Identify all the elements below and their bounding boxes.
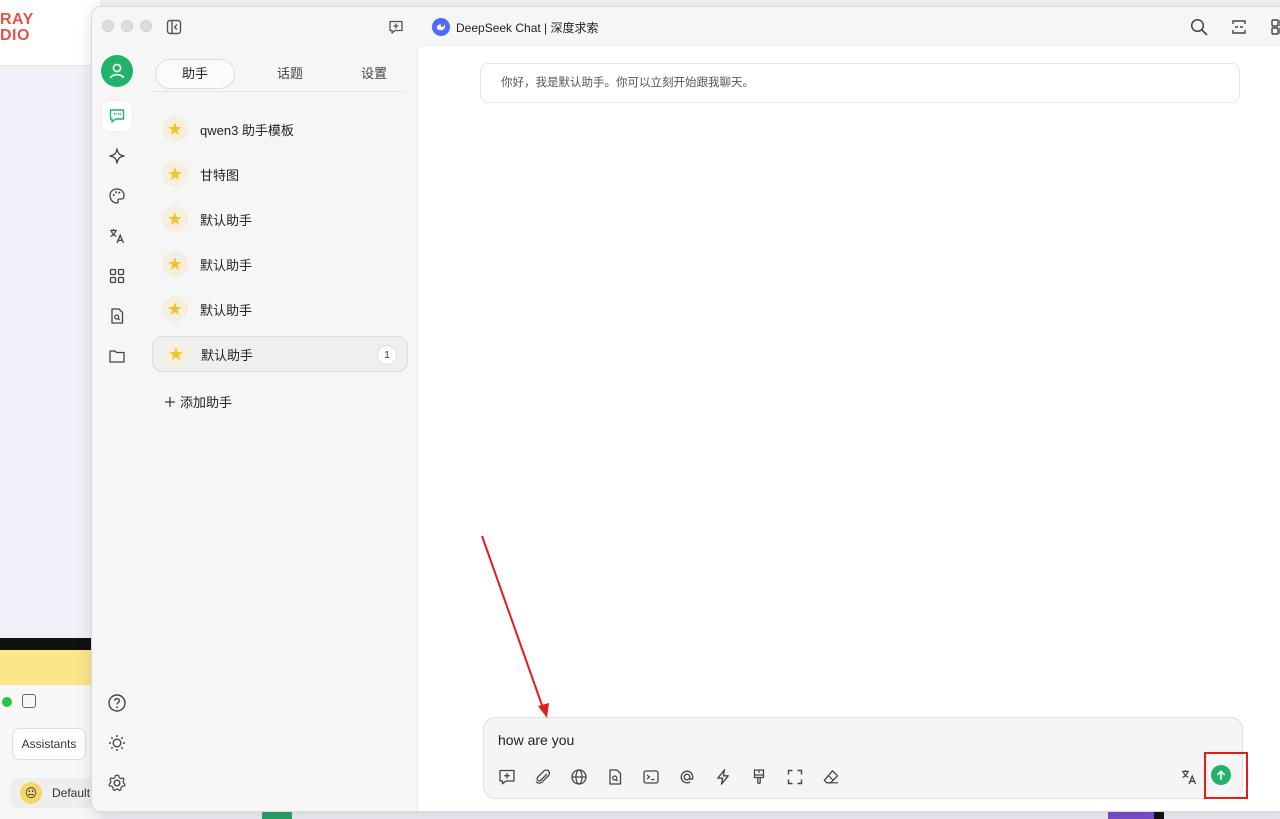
deepseek-logo-icon bbox=[432, 18, 450, 36]
background-traffic-light bbox=[2, 697, 12, 707]
rail-files-button[interactable] bbox=[102, 341, 132, 371]
add-assistant-button[interactable]: 添加助手 bbox=[164, 392, 232, 411]
rail-apps-button[interactable] bbox=[102, 261, 132, 291]
window-title-text: DeepSeek Chat | 深度求索 bbox=[456, 20, 599, 35]
background-sidebar-toggle-icon bbox=[22, 694, 36, 708]
user-icon bbox=[109, 63, 125, 79]
rail-help-button[interactable] bbox=[102, 688, 132, 718]
layout-toggle-icon[interactable] bbox=[1229, 17, 1249, 37]
star-icon: ★ bbox=[162, 116, 188, 142]
tab-settings[interactable]: 设置 bbox=[336, 59, 412, 89]
eraser-icon bbox=[823, 770, 839, 784]
assistant-item-selected[interactable]: ★ 默认助手 1 bbox=[152, 336, 408, 372]
sparkle-icon bbox=[109, 148, 125, 164]
message-input[interactable]: how are you bbox=[498, 732, 574, 748]
background-window-header: RAY DIO bbox=[0, 0, 100, 66]
assistant-list: ★ qwen3 助手模板 ★ 甘特图 ★ 默认助手 ★ 默认助手 ★ 默认助手 … bbox=[152, 111, 408, 381]
background-logo: RAY DIO bbox=[0, 11, 34, 44]
mcp-tools-button[interactable] bbox=[640, 766, 662, 788]
paperclip-icon bbox=[535, 769, 551, 784]
at-icon bbox=[680, 770, 694, 784]
assistant-item[interactable]: ★ 默认助手 bbox=[152, 246, 408, 282]
expand-icon bbox=[787, 769, 803, 785]
rail-paint-button[interactable] bbox=[102, 181, 132, 211]
background-assistants-tab[interactable]: Assistants bbox=[12, 728, 86, 760]
palette-icon bbox=[109, 188, 125, 204]
background-banner bbox=[0, 650, 100, 685]
greeting-message: 你好，我是默认助手。你可以立刻开始跟我聊天。 bbox=[480, 63, 1240, 103]
paint-brush-icon bbox=[753, 769, 765, 785]
help-icon bbox=[108, 694, 126, 712]
star-icon: ★ bbox=[162, 206, 188, 232]
rail-theme-button[interactable] bbox=[102, 728, 132, 758]
chat-area: 你好，我是默认助手。你可以立刻开始跟我聊天。 how are you bbox=[418, 47, 1280, 811]
theme-icon bbox=[109, 735, 125, 751]
translate-input-button[interactable] bbox=[1178, 766, 1200, 788]
fullscreen-button[interactable] bbox=[784, 766, 806, 788]
grid-icon bbox=[109, 268, 125, 284]
lightning-icon bbox=[717, 769, 729, 785]
panel-tabs: 助手 话题 设置 bbox=[152, 57, 406, 92]
assistants-panel: 助手 话题 设置 ★ qwen3 助手模板 ★ 甘特图 ★ 默认助手 ★ 默认助… bbox=[142, 47, 418, 811]
minimize-window-button[interactable] bbox=[121, 20, 133, 32]
title-bar: DeepSeek Chat | 深度求索 bbox=[92, 7, 1280, 47]
zoom-window-button[interactable] bbox=[140, 20, 152, 32]
star-icon: ★ bbox=[162, 161, 188, 187]
quick-phrases-button[interactable] bbox=[712, 766, 734, 788]
rail-knowledge-button[interactable] bbox=[102, 301, 132, 331]
document-search-icon bbox=[111, 308, 124, 324]
globe-icon bbox=[571, 769, 587, 785]
rail-agents-button[interactable] bbox=[102, 141, 132, 171]
attachment-button[interactable] bbox=[532, 766, 554, 788]
assistant-item[interactable]: ★ 甘特图 bbox=[152, 156, 408, 192]
translate-icon bbox=[1182, 770, 1197, 785]
assistant-item[interactable]: ★ qwen3 助手模板 bbox=[152, 111, 408, 147]
folder-icon bbox=[109, 350, 125, 363]
clear-context-button[interactable] bbox=[748, 766, 770, 788]
mention-model-button[interactable] bbox=[676, 766, 698, 788]
sidebar-toggle-icon[interactable] bbox=[164, 17, 184, 37]
tab-topics[interactable]: 话题 bbox=[252, 59, 328, 89]
plus-icon bbox=[165, 396, 175, 407]
gear-icon bbox=[108, 774, 126, 792]
background-face-icon: 😐 bbox=[20, 782, 42, 804]
rail-chat-button[interactable] bbox=[102, 101, 132, 131]
topic-count-badge: 1 bbox=[377, 345, 397, 365]
knowledge-base-button[interactable] bbox=[604, 766, 626, 788]
user-avatar[interactable] bbox=[101, 55, 133, 87]
background-bar bbox=[0, 638, 100, 650]
search-icon[interactable] bbox=[1189, 17, 1209, 37]
rail-translate-button[interactable] bbox=[102, 221, 132, 251]
assistant-item[interactable]: ★ 默认助手 bbox=[152, 291, 408, 327]
new-topic-icon[interactable] bbox=[386, 17, 406, 37]
star-icon: ★ bbox=[162, 251, 188, 277]
close-window-button[interactable] bbox=[102, 20, 114, 32]
send-button-highlight bbox=[1204, 752, 1248, 799]
assistant-item[interactable]: ★ 默认助手 bbox=[152, 201, 408, 237]
icon-rail bbox=[92, 47, 142, 811]
web-search-button[interactable] bbox=[568, 766, 590, 788]
chat-icon bbox=[109, 109, 125, 123]
translate-icon bbox=[110, 229, 125, 244]
new-topic-button[interactable] bbox=[496, 766, 518, 788]
window-title: DeepSeek Chat | 深度求索 bbox=[432, 17, 599, 37]
rail-settings-button[interactable] bbox=[102, 768, 132, 798]
star-icon: ★ bbox=[162, 296, 188, 322]
terminal-icon bbox=[643, 770, 659, 784]
clear-input-button[interactable] bbox=[820, 766, 842, 788]
apps-grid-icon[interactable] bbox=[1269, 17, 1280, 37]
document-search-icon bbox=[609, 769, 622, 785]
new-topic-icon bbox=[499, 769, 515, 785]
message-input-box[interactable]: how are you bbox=[483, 717, 1243, 799]
tab-assistants[interactable]: 助手 bbox=[155, 59, 235, 89]
app-window: DeepSeek Chat | 深度求索 助手 话题 设置 ★ qwen3 助手… bbox=[91, 6, 1280, 812]
star-icon: ★ bbox=[163, 341, 189, 367]
